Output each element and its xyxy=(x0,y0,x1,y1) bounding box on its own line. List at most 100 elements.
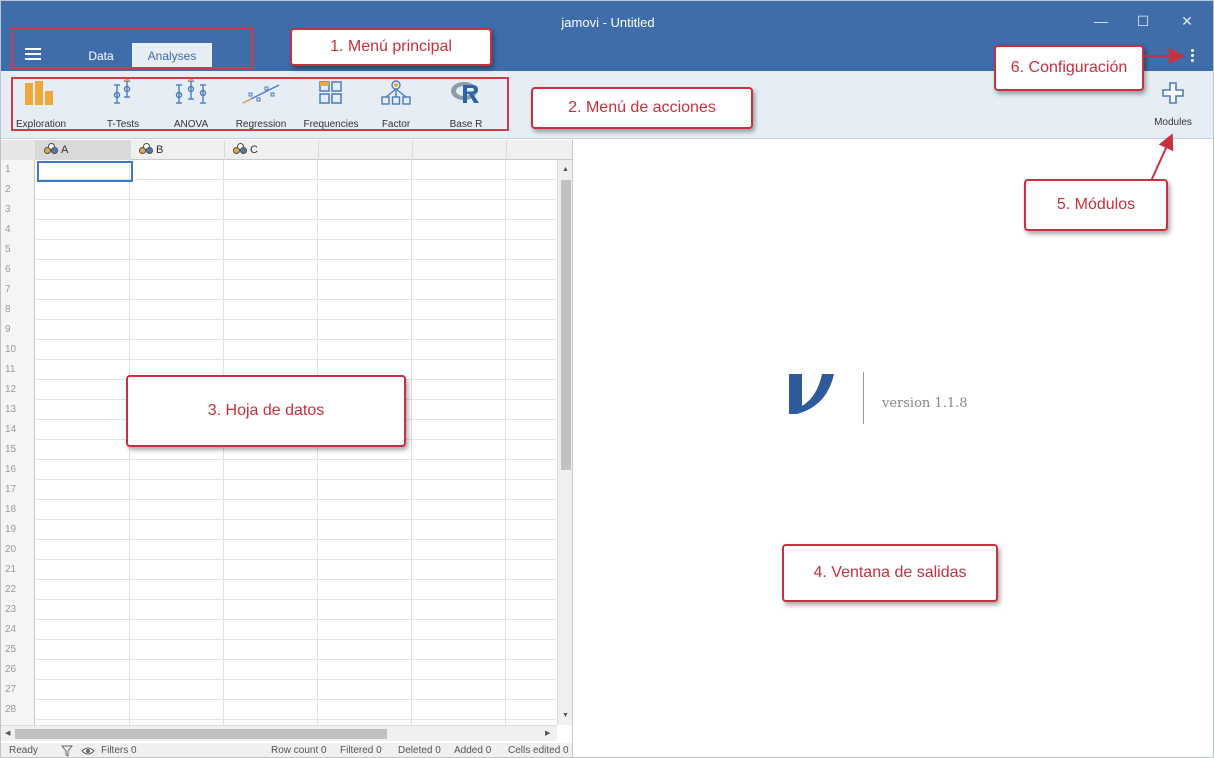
row-number[interactable]: 9 xyxy=(5,320,33,339)
window-title: jamovi - Untitled xyxy=(561,15,655,30)
modules-button[interactable]: Modules xyxy=(1149,79,1197,128)
row-number[interactable]: 16 xyxy=(5,460,33,479)
scroll-left-icon[interactable]: ◀ xyxy=(5,729,10,737)
row-number[interactable]: 2 xyxy=(5,180,33,199)
row-number[interactable]: 7 xyxy=(5,280,33,299)
maximize-button[interactable]: ☐ xyxy=(1123,9,1163,33)
status-row-count: Row count 0 xyxy=(271,745,327,756)
hamburger-menu-icon[interactable] xyxy=(25,48,41,60)
row-number[interactable]: 27 xyxy=(5,680,33,699)
column-header-b[interactable]: B xyxy=(131,140,225,160)
logo-divider xyxy=(863,372,864,424)
ribbon-factor-button[interactable]: Factor xyxy=(371,79,421,135)
column-name: C xyxy=(250,144,258,156)
row-number[interactable]: 10 xyxy=(5,340,33,359)
row-number-column: 1 2 3 4 5 6 7 8 9 10 11 12 13 14 15 16 17 18 19 20 21 22 23 24 2… xyxy=(1,160,35,725)
scroll-right-icon[interactable]: ▶ xyxy=(545,729,550,737)
column-header-empty[interactable] xyxy=(413,140,507,160)
plus-icon xyxy=(1162,82,1184,104)
title-bar: jamovi - Untitled — ☐ ✕ Data Analyses xyxy=(1,1,1213,71)
row-number[interactable]: 22 xyxy=(5,580,33,599)
row-number[interactable]: 12 xyxy=(5,380,33,399)
ribbon-label: Base R xyxy=(449,119,483,130)
results-pane: version 1.1.8 xyxy=(584,140,1213,757)
corner-cell[interactable] xyxy=(1,140,36,160)
row-number[interactable]: 28 xyxy=(5,700,33,719)
data-spreadsheet: A B C 1 2 3 4 5 6 7 8 9 10 11 12 13 14 15 16 17 18 19 20 21 2… xyxy=(1,140,573,743)
column-header-a[interactable]: A xyxy=(36,140,131,160)
column-name: B xyxy=(156,144,164,156)
row-number[interactable]: 21 xyxy=(5,560,33,579)
close-button[interactable]: ✕ xyxy=(1167,9,1207,33)
nominal-variable-icon xyxy=(44,143,58,155)
row-number[interactable]: 6 xyxy=(5,260,33,279)
status-ready: Ready xyxy=(9,745,38,756)
row-number[interactable]: 8 xyxy=(5,300,33,319)
status-deleted: Deleted 0 xyxy=(398,745,441,756)
cell-grid[interactable] xyxy=(36,160,556,725)
row-number[interactable]: 15 xyxy=(5,440,33,459)
ribbon-label: T-Tests xyxy=(106,119,140,130)
scroll-up-icon[interactable]: ▲ xyxy=(562,166,569,173)
ribbon-label: Frequencies xyxy=(303,119,359,130)
horizontal-scrollbar[interactable]: ◀ ▶ xyxy=(1,725,557,741)
ribbon-label: ANOVA xyxy=(173,119,209,130)
ribbon-label: Factor xyxy=(381,119,411,130)
row-number[interactable]: 26 xyxy=(5,660,33,679)
regression-icon xyxy=(242,84,280,104)
t-tests-icon xyxy=(113,79,131,104)
minimize-button[interactable]: — xyxy=(1081,9,1121,33)
row-number[interactable]: 17 xyxy=(5,480,33,499)
row-number[interactable]: 14 xyxy=(5,420,33,439)
ribbon-regression-button[interactable]: Regression xyxy=(229,79,293,135)
exploration-icon xyxy=(25,81,53,105)
column-header-c[interactable]: C xyxy=(225,140,319,160)
status-cells-edited: Cells edited 0 xyxy=(508,745,569,756)
eye-icon[interactable] xyxy=(81,745,95,757)
status-filtered: Filtered 0 xyxy=(340,745,382,756)
ribbon-label: Exploration xyxy=(15,119,67,130)
column-header-empty[interactable] xyxy=(319,140,413,160)
row-number[interactable]: 1 xyxy=(5,160,33,179)
ribbon-frequencies-button[interactable]: Frequencies xyxy=(299,79,363,135)
status-filters: Filters 0 xyxy=(101,745,137,756)
row-number[interactable]: 13 xyxy=(5,400,33,419)
settings-kebab-icon[interactable] xyxy=(1191,49,1195,63)
tab-data[interactable]: Data xyxy=(73,43,129,69)
anova-icon xyxy=(175,79,207,104)
filter-icon[interactable] xyxy=(60,745,74,757)
nominal-variable-icon xyxy=(233,143,247,155)
row-number[interactable]: 3 xyxy=(5,200,33,219)
horizontal-scroll-thumb[interactable] xyxy=(15,729,387,739)
column-header-row: A B C xyxy=(1,140,572,160)
ribbon-base-r-button[interactable]: Base R xyxy=(441,79,491,135)
jamovi-logo-icon xyxy=(789,374,834,414)
selected-cell[interactable] xyxy=(37,161,133,182)
nominal-variable-icon xyxy=(139,143,153,155)
row-number[interactable]: 20 xyxy=(5,540,33,559)
analyses-ribbon: Exploration T-Tests ANOVA Regression Fre… xyxy=(1,71,1213,139)
scroll-down-icon[interactable]: ▼ xyxy=(562,712,569,719)
row-number[interactable]: 25 xyxy=(5,640,33,659)
tab-analyses[interactable]: Analyses xyxy=(132,43,212,69)
row-number[interactable]: 4 xyxy=(5,220,33,239)
jamovi-window: jamovi - Untitled — ☐ ✕ Data Analyses Ex… xyxy=(0,0,1214,758)
row-number[interactable]: 23 xyxy=(5,600,33,619)
ribbon-label: Regression xyxy=(235,119,287,130)
column-name: A xyxy=(61,144,69,156)
vertical-scrollbar[interactable]: ▲ ▼ xyxy=(557,160,572,725)
modules-label: Modules xyxy=(1154,117,1192,128)
ribbon-anova-button[interactable]: ANOVA xyxy=(163,79,219,135)
row-number[interactable]: 19 xyxy=(5,520,33,539)
status-added: Added 0 xyxy=(454,745,492,756)
row-number[interactable]: 5 xyxy=(5,240,33,259)
ribbon-exploration-button[interactable]: Exploration xyxy=(11,79,71,135)
version-text: version 1.1.8 xyxy=(882,396,968,411)
vertical-scroll-thumb[interactable] xyxy=(561,180,571,470)
base-r-icon xyxy=(451,82,479,103)
row-number[interactable]: 11 xyxy=(5,360,33,379)
ribbon-t-tests-button[interactable]: T-Tests xyxy=(93,79,153,135)
row-number[interactable]: 24 xyxy=(5,620,33,639)
row-number[interactable]: 18 xyxy=(5,500,33,519)
status-bar: Ready Filters 0 Row count 0 Filtered 0 D… xyxy=(1,743,573,757)
